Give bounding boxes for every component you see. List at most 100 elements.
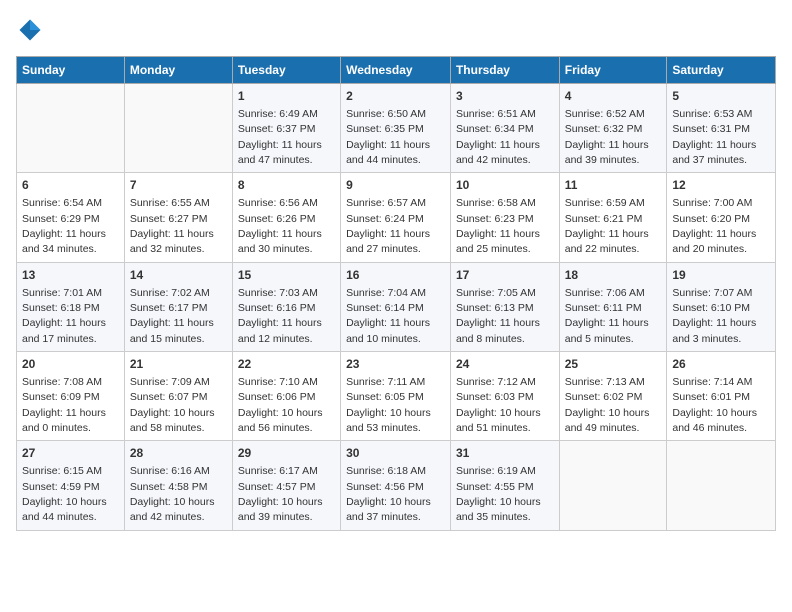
day-detail: Sunrise: 6:55 AM Sunset: 6:27 PM Dayligh…: [130, 197, 214, 255]
day-cell: 24 Sunrise: 7:12 AM Sunset: 6:03 PM Dayli…: [450, 352, 559, 441]
day-cell: 18 Sunrise: 7:06 AM Sunset: 6:11 PM Dayli…: [559, 262, 667, 351]
week-row-4: 20Sunrise: 7:08 AM Sunset: 6:09 PM Dayli…: [17, 352, 776, 441]
day-number: 30: [346, 445, 445, 462]
day-detail: Sunrise: 6:53 AM Sunset: 6:31 PM Dayligh…: [672, 108, 756, 166]
day-cell: 13 Sunrise: 7:01 AM Sunset: 6:18 PM Dayli…: [17, 262, 125, 351]
header-cell-saturday: Saturday: [667, 57, 776, 84]
header-cell-tuesday: Tuesday: [232, 57, 340, 84]
day-number: 21: [130, 356, 227, 373]
day-number: 12: [672, 177, 770, 194]
day-number: 1: [238, 88, 335, 105]
day-cell: 7Sunrise: 6:55 AM Sunset: 6:27 PM Daylig…: [124, 173, 232, 262]
day-cell: 5 Sunrise: 6:53 AM Sunset: 6:31 PM Daylig…: [667, 84, 776, 173]
day-cell: 21 Sunrise: 7:09 AM Sunset: 6:07 PM Dayli…: [124, 352, 232, 441]
day-detail: Sunrise: 6:15 AM Sunset: 4:59 PM Dayligh…: [22, 465, 107, 523]
day-detail: Sunrise: 7:02 AM Sunset: 6:17 PM Dayligh…: [130, 287, 214, 345]
day-cell: 29 Sunrise: 6:17 AM Sunset: 4:57 PM Dayli…: [232, 441, 340, 530]
day-detail: Sunrise: 7:13 AM Sunset: 6:02 PM Dayligh…: [565, 376, 650, 434]
day-cell: 3 Sunrise: 6:51 AM Sunset: 6:34 PM Daylig…: [450, 84, 559, 173]
day-cell: 28Sunrise: 6:16 AM Sunset: 4:58 PM Dayli…: [124, 441, 232, 530]
day-detail: Sunrise: 7:04 AM Sunset: 6:14 PM Dayligh…: [346, 287, 430, 345]
day-cell: 8 Sunrise: 6:56 AM Sunset: 6:26 PM Daylig…: [232, 173, 340, 262]
header-cell-friday: Friday: [559, 57, 667, 84]
day-cell: 17Sunrise: 7:05 AM Sunset: 6:13 PM Dayli…: [450, 262, 559, 351]
day-number: 4: [565, 88, 662, 105]
day-detail: Sunrise: 6:56 AM Sunset: 6:26 PM Dayligh…: [238, 197, 322, 255]
day-detail: Sunrise: 6:51 AM Sunset: 6:34 PM Dayligh…: [456, 108, 540, 166]
header-cell-wednesday: Wednesday: [341, 57, 451, 84]
day-number: 14: [130, 267, 227, 284]
day-detail: Sunrise: 6:19 AM Sunset: 4:55 PM Dayligh…: [456, 465, 541, 523]
day-cell: 2 Sunrise: 6:50 AM Sunset: 6:35 PM Daylig…: [341, 84, 451, 173]
day-cell: 12Sunrise: 7:00 AM Sunset: 6:20 PM Dayli…: [667, 173, 776, 262]
calendar-body: 1Sunrise: 6:49 AM Sunset: 6:37 PM Daylig…: [17, 84, 776, 531]
day-detail: Sunrise: 6:59 AM Sunset: 6:21 PM Dayligh…: [565, 197, 649, 255]
day-cell: 30Sunrise: 6:18 AM Sunset: 4:56 PM Dayli…: [341, 441, 451, 530]
header-cell-monday: Monday: [124, 57, 232, 84]
day-number: 10: [456, 177, 554, 194]
day-number: 2: [346, 88, 445, 105]
day-cell: 6 Sunrise: 6:54 AM Sunset: 6:29 PM Daylig…: [17, 173, 125, 262]
day-number: 29: [238, 445, 335, 462]
day-detail: Sunrise: 7:09 AM Sunset: 6:07 PM Dayligh…: [130, 376, 215, 434]
day-number: 18: [565, 267, 662, 284]
page-header: [16, 16, 776, 44]
day-cell: 26Sunrise: 7:14 AM Sunset: 6:01 PM Dayli…: [667, 352, 776, 441]
day-cell: 11Sunrise: 6:59 AM Sunset: 6:21 PM Dayli…: [559, 173, 667, 262]
day-number: 9: [346, 177, 445, 194]
week-row-1: 1Sunrise: 6:49 AM Sunset: 6:37 PM Daylig…: [17, 84, 776, 173]
header-cell-sunday: Sunday: [17, 57, 125, 84]
day-number: 17: [456, 267, 554, 284]
day-cell: [17, 84, 125, 173]
day-detail: Sunrise: 7:07 AM Sunset: 6:10 PM Dayligh…: [672, 287, 756, 345]
header-cell-thursday: Thursday: [450, 57, 559, 84]
logo: [16, 16, 48, 44]
day-detail: Sunrise: 6:50 AM Sunset: 6:35 PM Dayligh…: [346, 108, 430, 166]
day-number: 22: [238, 356, 335, 373]
day-cell: [559, 441, 667, 530]
day-cell: 10 Sunrise: 6:58 AM Sunset: 6:23 PM Dayli…: [450, 173, 559, 262]
day-number: 24: [456, 356, 554, 373]
day-detail: Sunrise: 7:06 AM Sunset: 6:11 PM Dayligh…: [565, 287, 649, 345]
day-cell: 19 Sunrise: 7:07 AM Sunset: 6:10 PM Dayli…: [667, 262, 776, 351]
day-cell: 25 Sunrise: 7:13 AM Sunset: 6:02 PM Dayli…: [559, 352, 667, 441]
day-number: 15: [238, 267, 335, 284]
day-number: 23: [346, 356, 445, 373]
day-detail: Sunrise: 7:10 AM Sunset: 6:06 PM Dayligh…: [238, 376, 323, 434]
day-detail: Sunrise: 7:03 AM Sunset: 6:16 PM Dayligh…: [238, 287, 322, 345]
day-detail: Sunrise: 7:08 AM Sunset: 6:09 PM Dayligh…: [22, 376, 106, 434]
day-detail: Sunrise: 6:17 AM Sunset: 4:57 PM Dayligh…: [238, 465, 323, 523]
calendar-header: SundayMondayTuesdayWednesdayThursdayFrid…: [17, 57, 776, 84]
day-cell: 22 Sunrise: 7:10 AM Sunset: 6:06 PM Dayli…: [232, 352, 340, 441]
day-detail: Sunrise: 6:54 AM Sunset: 6:29 PM Dayligh…: [22, 197, 106, 255]
day-number: 27: [22, 445, 119, 462]
day-cell: 27 Sunrise: 6:15 AM Sunset: 4:59 PM Dayli…: [17, 441, 125, 530]
day-detail: Sunrise: 7:11 AM Sunset: 6:05 PM Dayligh…: [346, 376, 431, 434]
day-number: 19: [672, 267, 770, 284]
day-detail: Sunrise: 6:58 AM Sunset: 6:23 PM Dayligh…: [456, 197, 540, 255]
week-row-2: 6 Sunrise: 6:54 AM Sunset: 6:29 PM Daylig…: [17, 173, 776, 262]
week-row-3: 13 Sunrise: 7:01 AM Sunset: 6:18 PM Dayli…: [17, 262, 776, 351]
day-number: 16: [346, 267, 445, 284]
day-number: 5: [672, 88, 770, 105]
day-number: 3: [456, 88, 554, 105]
header-row: SundayMondayTuesdayWednesdayThursdayFrid…: [17, 57, 776, 84]
day-number: 8: [238, 177, 335, 194]
day-cell: 4 Sunrise: 6:52 AM Sunset: 6:32 PM Daylig…: [559, 84, 667, 173]
calendar-table: SundayMondayTuesdayWednesdayThursdayFrid…: [16, 56, 776, 531]
day-number: 25: [565, 356, 662, 373]
day-detail: Sunrise: 6:57 AM Sunset: 6:24 PM Dayligh…: [346, 197, 430, 255]
day-cell: 14 Sunrise: 7:02 AM Sunset: 6:17 PM Dayli…: [124, 262, 232, 351]
day-number: 13: [22, 267, 119, 284]
week-row-5: 27 Sunrise: 6:15 AM Sunset: 4:59 PM Dayli…: [17, 441, 776, 530]
day-cell: 15 Sunrise: 7:03 AM Sunset: 6:16 PM Dayli…: [232, 262, 340, 351]
day-detail: Sunrise: 7:12 AM Sunset: 6:03 PM Dayligh…: [456, 376, 541, 434]
day-cell: 1Sunrise: 6:49 AM Sunset: 6:37 PM Daylig…: [232, 84, 340, 173]
day-cell: [667, 441, 776, 530]
day-number: 26: [672, 356, 770, 373]
day-detail: Sunrise: 7:01 AM Sunset: 6:18 PM Dayligh…: [22, 287, 106, 345]
day-number: 6: [22, 177, 119, 194]
day-number: 28: [130, 445, 227, 462]
day-cell: 9 Sunrise: 6:57 AM Sunset: 6:24 PM Daylig…: [341, 173, 451, 262]
day-detail: Sunrise: 6:52 AM Sunset: 6:32 PM Dayligh…: [565, 108, 649, 166]
